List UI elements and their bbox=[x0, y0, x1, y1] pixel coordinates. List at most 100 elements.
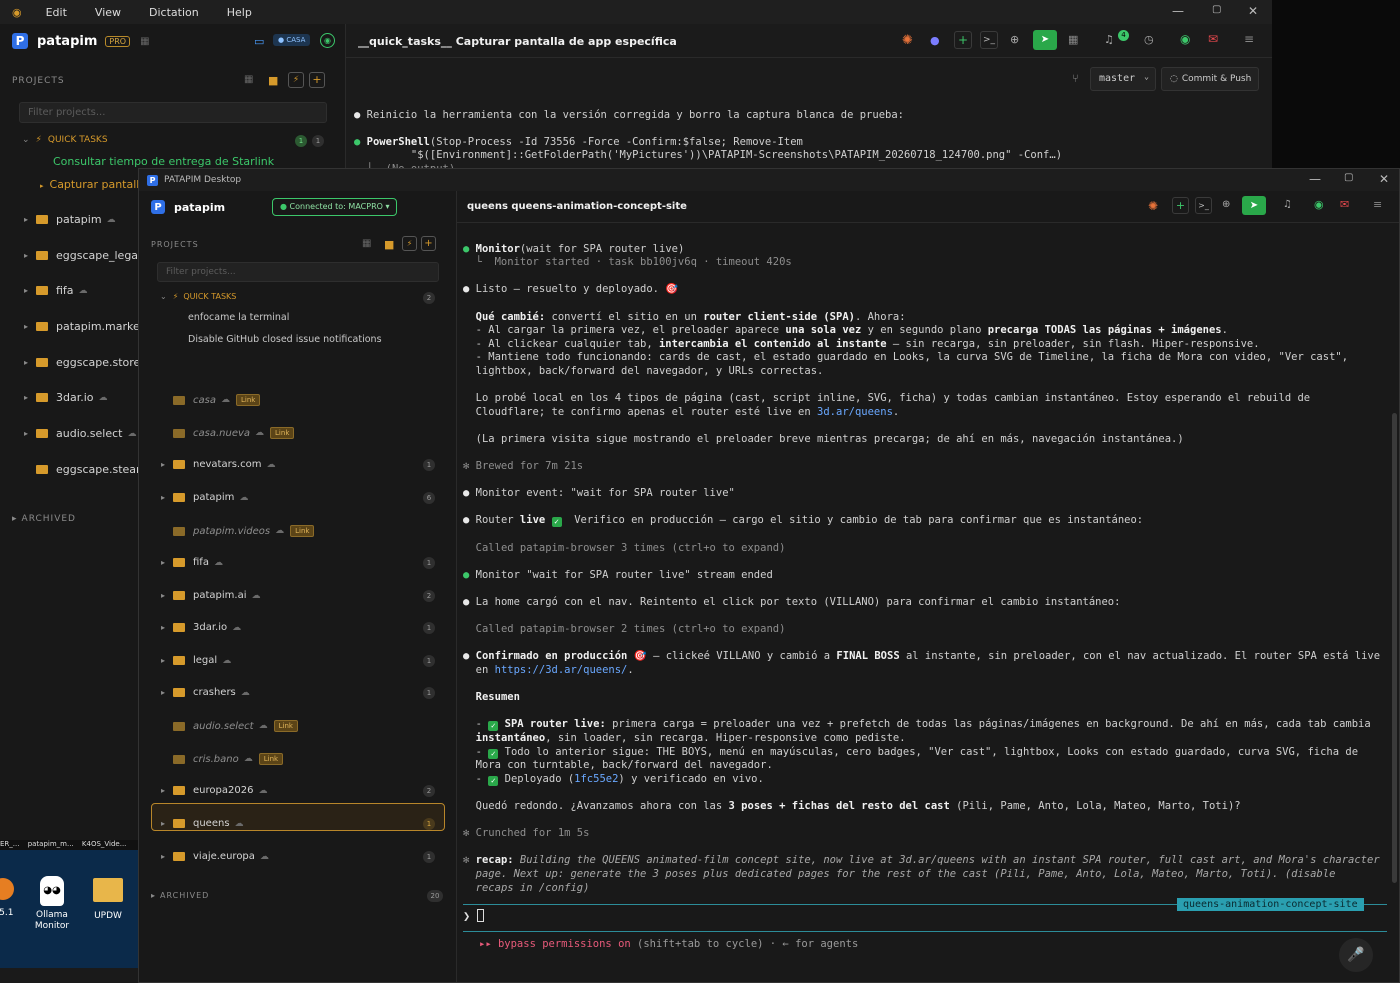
back-project-audio-select[interactable]: ▸ audio.select ☁ bbox=[24, 427, 136, 440]
mail-icon[interactable]: ✉ bbox=[1340, 198, 1349, 211]
grid-view-icon[interactable]: ▦ bbox=[244, 74, 253, 85]
folder-add-icon[interactable]: ■ bbox=[384, 238, 394, 251]
term-link[interactable]: 1fc55e2 bbox=[574, 773, 618, 785]
archived-section[interactable]: ▸ ARCHIVED bbox=[151, 891, 209, 900]
microphone-icon[interactable]: 🎤 bbox=[1339, 938, 1373, 972]
filter-input[interactable]: Filter projects... bbox=[19, 102, 327, 123]
back-project-patapim[interactable]: ▸ patapim ☁ bbox=[24, 213, 116, 226]
terminal-icon[interactable]: >_ bbox=[1195, 197, 1212, 214]
taskbar-item[interactable]: ER_... bbox=[0, 840, 19, 848]
menu-icon[interactable]: ≡ bbox=[1373, 198, 1382, 211]
sparkle-icon[interactable]: ✺ bbox=[902, 33, 913, 48]
maximize-button[interactable]: ▢ bbox=[1344, 172, 1353, 183]
bolt-icon[interactable]: ⚡ bbox=[288, 72, 304, 88]
term-link[interactable]: 3d.ar/queens bbox=[817, 406, 893, 418]
term-collapsed[interactable]: Called patapim-browser 2 times (ctrl+o t… bbox=[476, 623, 786, 635]
close-button[interactable]: ✕ bbox=[1379, 172, 1389, 186]
archived-section[interactable]: ▸ ARCHIVED bbox=[12, 514, 76, 524]
taskbar-item[interactable]: patapim_m... bbox=[28, 840, 74, 848]
project-fifa[interactable]: ▸ fifa ☁ bbox=[161, 557, 223, 568]
desktop-icon-app[interactable]: r 5.1 bbox=[0, 878, 16, 918]
add-project-icon[interactable]: + bbox=[421, 236, 436, 251]
project-3dar-io[interactable]: ▸ 3dar.io ☁ bbox=[161, 622, 241, 633]
layout-icon[interactable]: ▦ bbox=[1068, 33, 1078, 46]
bell-icon[interactable]: ♫ bbox=[1104, 33, 1114, 46]
terminal-icon[interactable]: >_ bbox=[980, 31, 998, 49]
project-viaje-europa[interactable]: ▸ viaje.europa ☁ bbox=[161, 851, 269, 862]
new-terminal-icon[interactable]: + bbox=[954, 31, 972, 49]
link-badge[interactable]: Link bbox=[235, 394, 261, 406]
grid-icon[interactable]: ▦ bbox=[140, 36, 149, 47]
term-collapsed[interactable]: Called patapim-browser 3 times (ctrl+o t… bbox=[476, 542, 786, 554]
back-project-fifa[interactable]: ▸ fifa ☁ bbox=[24, 284, 88, 297]
filter-input[interactable]: Filter projects... bbox=[157, 262, 439, 282]
project-cris-bano[interactable]: cris.bano ☁ Link bbox=[173, 753, 284, 765]
quick-task-item-active[interactable]: ▸ Capturar pantalla bbox=[40, 178, 146, 191]
desktop-icon-updw[interactable]: UPDW bbox=[88, 878, 128, 921]
menu-dictation[interactable]: Dictation bbox=[149, 6, 199, 19]
quick-task-item[interactable]: Consultar tiempo de entrega de Starlink bbox=[53, 155, 274, 168]
whatsapp-icon[interactable]: ◉ bbox=[1180, 32, 1190, 46]
project-patapim-ai[interactable]: ▸ patapim.ai ☁ bbox=[161, 590, 260, 601]
monitor-icon[interactable]: ▭ bbox=[254, 35, 264, 48]
term-link[interactable]: https://3d.ar/queens/ bbox=[495, 664, 628, 676]
new-terminal-icon[interactable]: + bbox=[1172, 197, 1189, 214]
quick-task-item[interactable]: enfocame la terminal bbox=[188, 312, 289, 323]
project-crashers[interactable]: ▸ crashers ☁ bbox=[161, 687, 250, 698]
maximize-button[interactable]: ▢ bbox=[1212, 4, 1221, 15]
mail-icon[interactable]: ✉ bbox=[1208, 32, 1218, 46]
menu-edit[interactable]: Edit bbox=[46, 6, 67, 19]
cursor-icon[interactable]: ➤ bbox=[1033, 30, 1057, 50]
prompt-input[interactable]: ❯ bbox=[463, 909, 1387, 929]
quick-tasks-header[interactable]: ⌄ ⚡ QUICK TASKS bbox=[22, 135, 108, 145]
scrollbar[interactable] bbox=[1392, 413, 1397, 883]
quick-task-item[interactable]: Disable GitHub closed issue notification… bbox=[188, 334, 382, 345]
project-queens[interactable]: ▸ queens ☁ bbox=[161, 818, 244, 829]
menu-view[interactable]: View bbox=[95, 6, 121, 19]
globe-icon[interactable]: ⊕ bbox=[1010, 33, 1019, 46]
back-project-eggscape-legal[interactable]: ▸ eggscape_legal bbox=[24, 249, 141, 262]
project-patapim-videos[interactable]: patapim.videos ☁ Link bbox=[173, 525, 315, 537]
globe-icon[interactable]: ⊕ bbox=[1222, 199, 1230, 210]
mode-status[interactable]: ▸▸ bypass permissions on (shift+tab to c… bbox=[479, 938, 858, 950]
back-project-3dar-io[interactable]: ▸ 3dar.io ☁ bbox=[24, 391, 108, 404]
project-audio-select[interactable]: audio.select ☁ Link bbox=[173, 720, 298, 732]
back-project-eggscape-store[interactable]: ▸ eggscape.store bbox=[24, 356, 140, 369]
quick-tasks-header[interactable]: ⌄ ⚡ QUICK TASKS bbox=[160, 292, 236, 301]
project-casa-nueva[interactable]: casa.nueva ☁ Link bbox=[173, 427, 295, 439]
desktop-icon-ollama[interactable]: ◕◕ Ollama Monitor bbox=[30, 876, 74, 932]
casa-badge[interactable]: ● CASA bbox=[273, 34, 311, 46]
back-project-patapim-market[interactable]: ▸ patapim.market bbox=[24, 320, 144, 333]
discord-icon[interactable]: ● bbox=[930, 34, 940, 47]
menu-help[interactable]: Help bbox=[227, 6, 252, 19]
close-button[interactable]: ✕ bbox=[1248, 4, 1258, 18]
project-casa[interactable]: casa ☁ Link bbox=[173, 394, 261, 406]
minimize-button[interactable]: — bbox=[1172, 4, 1184, 18]
whatsapp-icon[interactable]: ◉ bbox=[1314, 198, 1324, 211]
connection-badge[interactable]: ● Connected to: MACPRO ▾ bbox=[272, 198, 398, 216]
folder-add-icon[interactable]: ■ bbox=[268, 74, 278, 87]
link-badge[interactable]: Link bbox=[270, 427, 295, 439]
add-project-icon[interactable]: + bbox=[309, 72, 325, 88]
link-badge[interactable]: Link bbox=[273, 720, 298, 732]
cursor-icon[interactable]: ➤ bbox=[1242, 196, 1266, 215]
app-menu-icon[interactable]: ◉ bbox=[12, 6, 22, 19]
minimize-button[interactable]: — bbox=[1309, 172, 1321, 186]
branch-select[interactable]: master ⌄ bbox=[1090, 67, 1156, 91]
project-patapim[interactable]: ▸ patapim ☁ bbox=[161, 492, 248, 503]
link-badge[interactable]: Link bbox=[258, 753, 284, 765]
commit-push-button[interactable]: ◌ Commit & Push bbox=[1161, 67, 1259, 91]
link-badge[interactable]: Link bbox=[290, 525, 315, 537]
grid-view-icon[interactable]: ▦ bbox=[362, 238, 371, 249]
project-nevatars-com[interactable]: ▸ nevatars.com ☁ bbox=[161, 459, 275, 470]
project-legal[interactable]: ▸ legal ☁ bbox=[161, 655, 231, 666]
project-europa2026[interactable]: ▸ europa2026 ☁ bbox=[161, 785, 267, 796]
bell-icon[interactable]: ♫ bbox=[1283, 199, 1292, 210]
sparkle-icon[interactable]: ✺ bbox=[1148, 199, 1158, 213]
user-avatar[interactable]: ◉ bbox=[320, 33, 335, 48]
menu-icon[interactable]: ≡ bbox=[1244, 32, 1254, 46]
bolt-icon[interactable]: ⚡ bbox=[402, 236, 417, 251]
clock-icon[interactable]: ◷ bbox=[1144, 33, 1154, 46]
taskbar-item[interactable]: K4OS_Vide... bbox=[82, 840, 127, 848]
back-project-eggscape-steam[interactable]: eggscape.steam bbox=[36, 463, 147, 476]
